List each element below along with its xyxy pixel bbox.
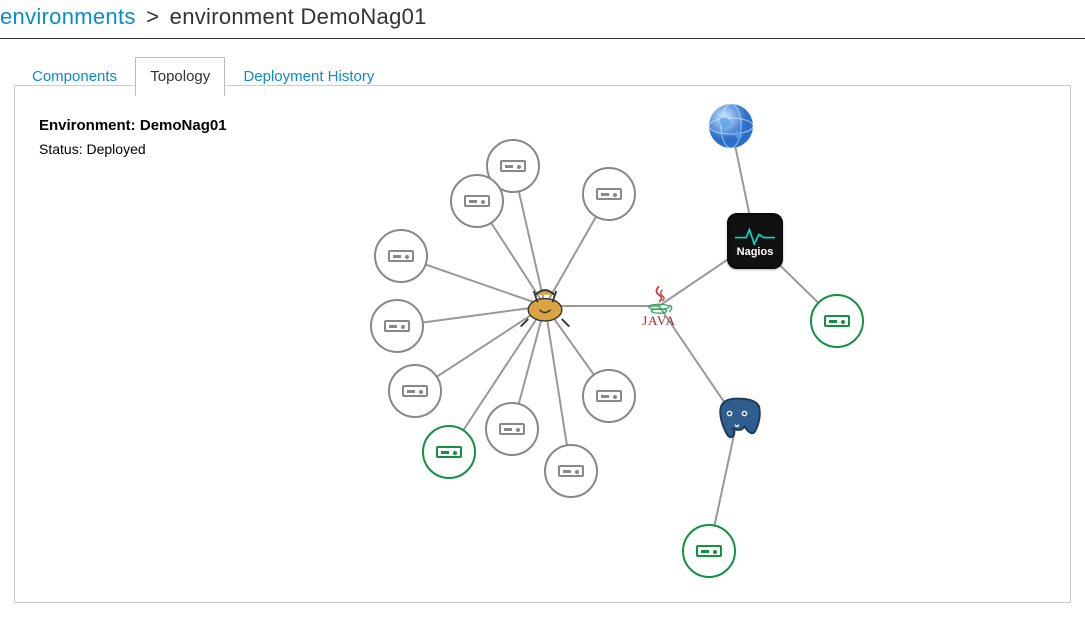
server-icon xyxy=(500,160,526,172)
server-icon xyxy=(384,320,410,332)
postgres-icon xyxy=(709,393,765,449)
nagios-node[interactable]: Nagios xyxy=(727,213,783,269)
server-node[interactable] xyxy=(370,299,424,353)
topology-panel: Environment: DemoNag01 Status: Deployed … xyxy=(14,85,1071,603)
postgres-node[interactable] xyxy=(709,393,765,449)
tomcat-node[interactable] xyxy=(517,278,573,334)
server-icon xyxy=(558,465,584,477)
server-node[interactable] xyxy=(485,402,539,456)
server-icon xyxy=(696,545,722,557)
tab-topology[interactable]: Topology xyxy=(135,57,225,96)
nagios-icon: Nagios xyxy=(727,213,783,269)
java-node[interactable]: JAVA xyxy=(631,278,687,334)
server-node[interactable] xyxy=(374,229,428,283)
globe-icon xyxy=(706,101,756,151)
breadcrumb-parent-link[interactable]: environments xyxy=(0,4,136,29)
breadcrumb: environments > environment DemoNag01 xyxy=(0,0,1085,39)
server-node[interactable] xyxy=(544,444,598,498)
server-node[interactable] xyxy=(582,167,636,221)
server-node[interactable] xyxy=(450,174,504,228)
tomcat-icon xyxy=(517,278,573,334)
topology-graph[interactable] xyxy=(15,86,1070,602)
server-icon xyxy=(824,315,850,327)
server-icon xyxy=(499,423,525,435)
globe-node[interactable] xyxy=(706,101,756,151)
server-icon xyxy=(402,385,428,397)
breadcrumb-separator: > xyxy=(146,4,159,29)
server-icon xyxy=(464,195,490,207)
server-icon xyxy=(388,250,414,262)
server-node[interactable] xyxy=(422,425,476,479)
server-icon xyxy=(596,188,622,200)
server-node[interactable] xyxy=(810,294,864,348)
server-node[interactable] xyxy=(582,369,636,423)
server-node[interactable] xyxy=(388,364,442,418)
server-icon xyxy=(436,446,462,458)
server-icon xyxy=(596,390,622,402)
breadcrumb-current: environment DemoNag01 xyxy=(170,4,427,29)
server-node[interactable] xyxy=(682,524,736,578)
java-icon: JAVA xyxy=(631,278,687,334)
